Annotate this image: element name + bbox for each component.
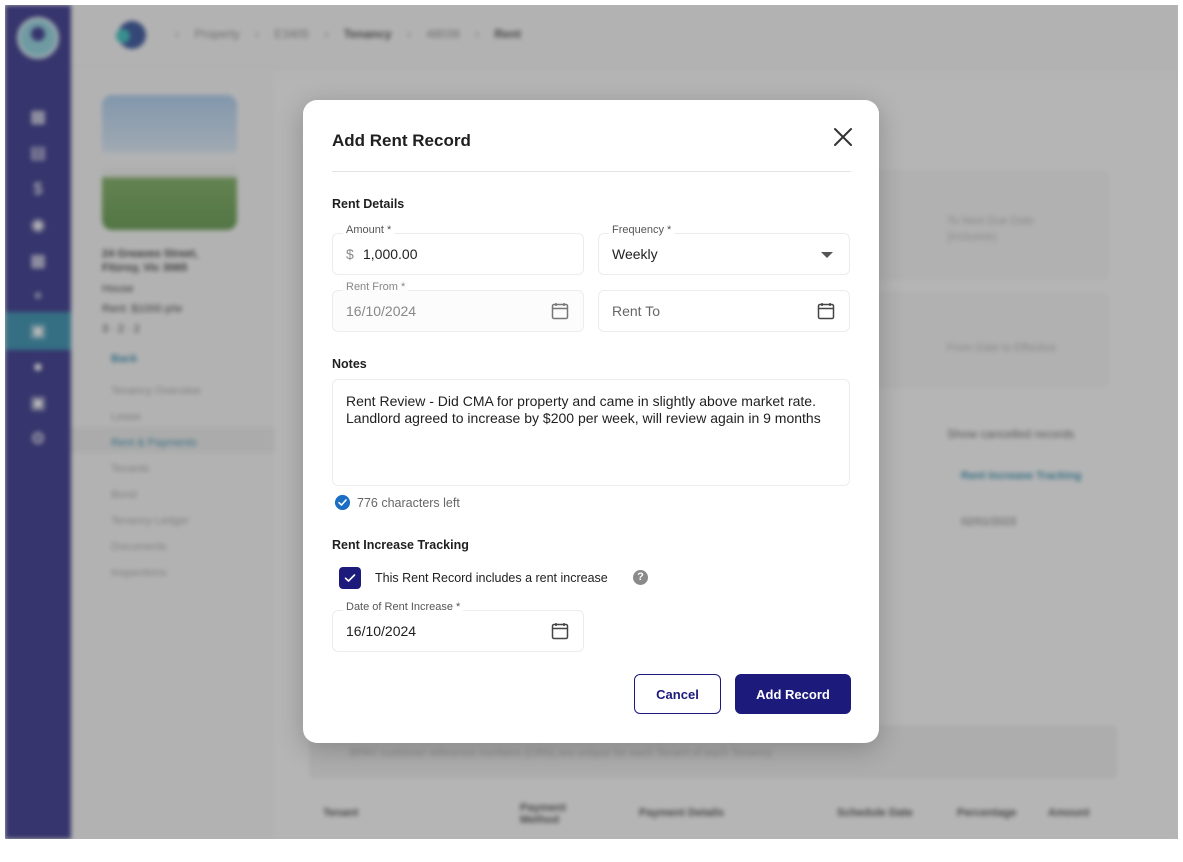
add-record-button[interactable]: Add Record [735, 674, 851, 714]
frequency-select[interactable]: Frequency * Weekly [598, 224, 850, 275]
rent-increase-label[interactable]: This Rent Record includes a rent increas… [375, 571, 608, 585]
rent-increase-checkbox[interactable] [339, 567, 361, 589]
chevron-down-icon [821, 252, 833, 258]
amount-field[interactable]: Amount * $ 1,000.00 [332, 224, 584, 275]
rent-from-value: 16/10/2024 [346, 303, 417, 319]
rent-to-placeholder: Rent To [612, 303, 660, 319]
notes-heading: Notes [332, 357, 367, 371]
check-circle-icon [335, 495, 350, 510]
close-icon [834, 128, 852, 146]
help-icon[interactable]: ? [633, 570, 648, 585]
notes-textarea[interactable]: Rent Review - Did CMA for property and c… [332, 379, 850, 486]
cancel-button[interactable]: Cancel [634, 674, 721, 714]
currency-symbol: $ [346, 246, 354, 262]
characters-left-text: 776 characters left [357, 496, 460, 510]
frequency-label: Frequency * [609, 224, 675, 236]
rent-from-label: Rent From * [343, 281, 409, 293]
rent-increase-tracking-heading: Rent Increase Tracking [332, 538, 469, 552]
check-icon [344, 574, 356, 582]
date-of-rent-increase-value: 16/10/2024 [346, 623, 417, 639]
rent-details-heading: Rent Details [332, 197, 405, 211]
frequency-value: Weekly [612, 246, 658, 262]
calendar-icon[interactable] [551, 622, 569, 640]
rent-from-field[interactable]: Rent From * 16/10/2024 [332, 281, 584, 332]
date-of-rent-increase-label: Date of Rent Increase * [343, 601, 464, 613]
amount-value: 1,000.00 [363, 246, 418, 262]
close-button[interactable] [831, 125, 855, 149]
header-divider [332, 171, 851, 172]
date-of-rent-increase-field[interactable]: Date of Rent Increase * 16/10/2024 [332, 601, 584, 652]
notes-value: Rent Review - Did CMA for property and c… [346, 393, 821, 426]
add-rent-record-dialog: Add Rent Record Rent Details Amount * $ … [303, 100, 879, 743]
dialog-title: Add Rent Record [332, 131, 471, 150]
amount-label: Amount * [343, 224, 395, 236]
calendar-icon[interactable] [551, 302, 569, 320]
rent-to-field[interactable]: Rent To [598, 290, 850, 332]
calendar-icon[interactable] [817, 302, 835, 320]
